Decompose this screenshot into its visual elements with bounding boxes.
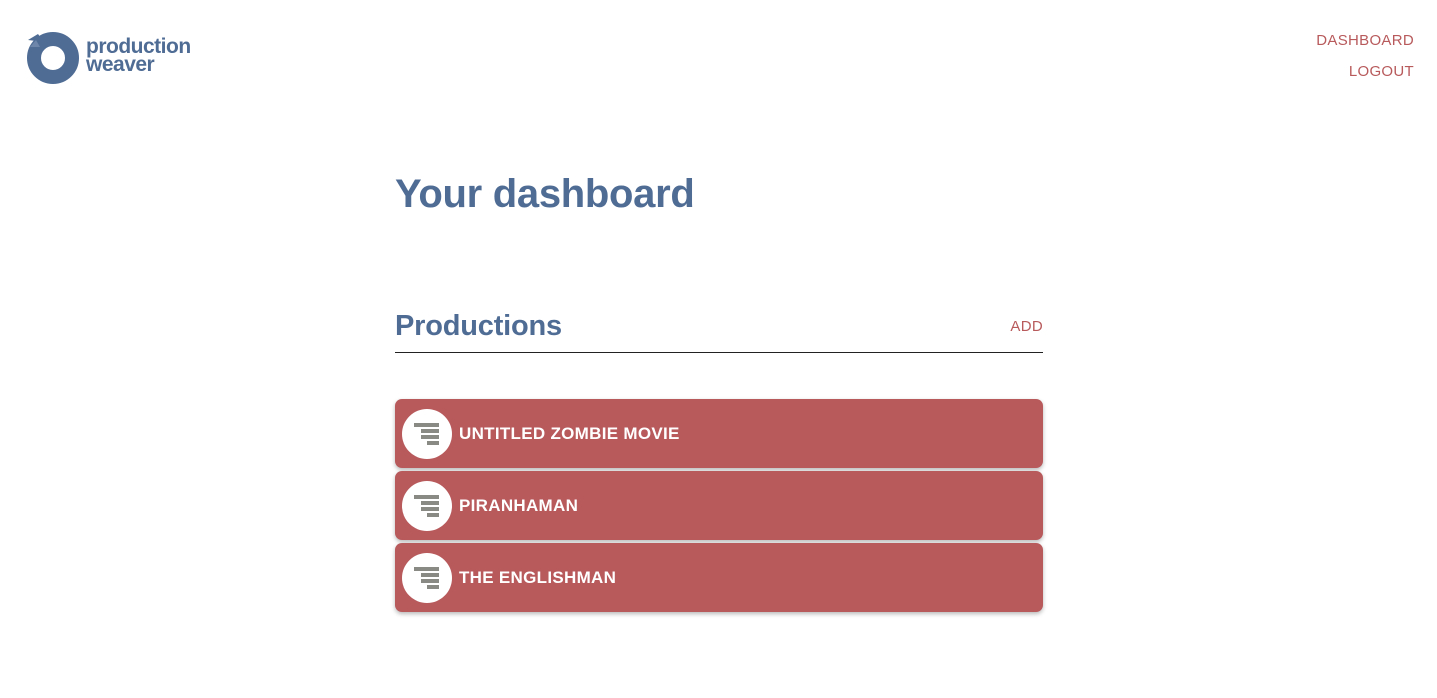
top-nav: DASHBOARD LOGOUT (1316, 31, 1414, 93)
script-lines-icon (402, 480, 452, 531)
logo-ring-icon (27, 32, 79, 84)
main-content: Your dashboard Productions ADD UNTITLED … (395, 170, 1043, 612)
nav-logout-link[interactable]: LOGOUT (1349, 62, 1414, 82)
productions-heading: Productions (395, 310, 562, 342)
production-title: UNTITLED ZOMBIE MOVIE (459, 423, 680, 443)
production-title: PIRANHAMAN (459, 495, 579, 515)
productions-header: Productions ADD (395, 308, 1043, 353)
production-list: UNTITLED ZOMBIE MOVIE PIRANHAMAN THE ENG… (395, 399, 1043, 615)
nav-dashboard-link[interactable]: DASHBOARD (1316, 31, 1414, 51)
page-title: Your dashboard (395, 172, 695, 216)
production-item[interactable]: UNTITLED ZOMBIE MOVIE (395, 399, 1043, 468)
brand-logo[interactable]: production weaver (24, 28, 191, 86)
add-production-button[interactable]: ADD (1010, 317, 1043, 337)
production-item[interactable]: THE ENGLISHMAN (395, 543, 1043, 612)
page: production weaver DASHBOARD LOGOUT Your … (0, 0, 1437, 698)
script-lines-icon (402, 408, 452, 459)
brand-wordmark: production weaver (86, 36, 191, 76)
production-item[interactable]: PIRANHAMAN (395, 471, 1043, 540)
script-lines-icon (402, 552, 452, 603)
production-title: THE ENGLISHMAN (459, 567, 617, 587)
brand-line-2: weaver (86, 53, 155, 76)
